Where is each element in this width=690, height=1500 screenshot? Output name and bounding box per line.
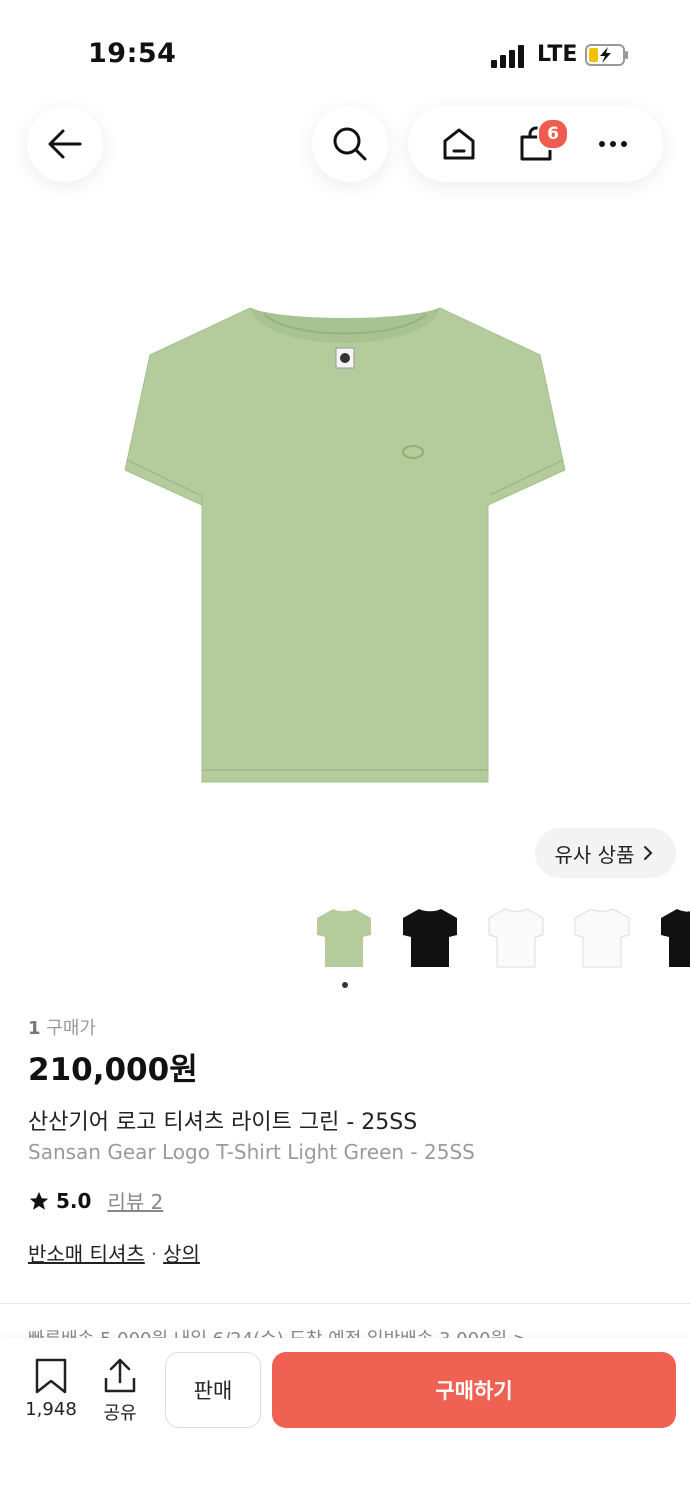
purchase-count: 1 구매가 xyxy=(28,1018,96,1039)
thumbnail-black-2[interactable] xyxy=(657,905,690,971)
chevron-right-icon xyxy=(644,846,653,860)
rating-value: 5.0 xyxy=(56,1188,92,1213)
rating-row: 5.0 리뷰 2 xyxy=(28,1186,163,1215)
signal-icon xyxy=(491,44,525,68)
product-title-en: Sansan Gear Logo T-Shirt Light Green - 2… xyxy=(28,1140,475,1164)
thumbnail-light-green[interactable] xyxy=(313,905,375,971)
category-main-link[interactable]: 반소매 티셔츠 xyxy=(28,1242,145,1266)
save-button[interactable]: 1,948 xyxy=(22,1358,80,1420)
home-button[interactable] xyxy=(439,124,479,164)
thumbnail-black[interactable] xyxy=(399,905,461,971)
share-button[interactable]: 공유 xyxy=(96,1358,144,1425)
more-horizontal-icon xyxy=(598,141,627,147)
star-icon xyxy=(29,1191,49,1210)
sell-button[interactable]: 판매 xyxy=(165,1352,261,1428)
carousel-indicator xyxy=(342,982,348,988)
similar-products-button[interactable]: 유사 상품 xyxy=(535,828,676,878)
share-label: 공유 xyxy=(103,1403,137,1424)
category-breadcrumb: 반소매 티셔츠 · 상의 xyxy=(28,1238,200,1267)
buy-button[interactable]: 구매하기 xyxy=(272,1352,676,1428)
arrow-left-icon xyxy=(48,129,82,159)
review-link[interactable]: 리뷰 2 xyxy=(107,1186,163,1215)
category-separator: · xyxy=(150,1242,158,1266)
category-sub-link[interactable]: 상의 xyxy=(163,1242,200,1266)
status-time: 19:54 xyxy=(88,38,177,69)
similar-products-label: 유사 상품 xyxy=(554,842,635,867)
share-icon xyxy=(104,1358,136,1393)
thumbnail-white[interactable] xyxy=(485,905,547,971)
more-button[interactable] xyxy=(593,124,633,164)
cart-count-badge: 6 xyxy=(537,118,569,150)
product-title-ko: 산산기어 로고 티셔츠 라이트 그린 - 25SS xyxy=(28,1110,418,1135)
search-icon xyxy=(333,127,367,161)
section-divider xyxy=(0,1303,690,1304)
header-nav-group xyxy=(408,106,663,182)
back-button[interactable] xyxy=(27,106,103,182)
home-icon xyxy=(443,128,474,160)
thumbnail-white-2[interactable] xyxy=(571,905,633,971)
battery-charging-icon xyxy=(585,44,628,66)
product-price: 210,000원 xyxy=(28,1052,198,1088)
network-label: LTE xyxy=(537,42,578,67)
save-count: 1,948 xyxy=(25,1399,77,1420)
bookmark-icon xyxy=(35,1358,67,1394)
product-image-tshirt[interactable] xyxy=(120,300,570,790)
search-button[interactable] xyxy=(312,106,388,182)
